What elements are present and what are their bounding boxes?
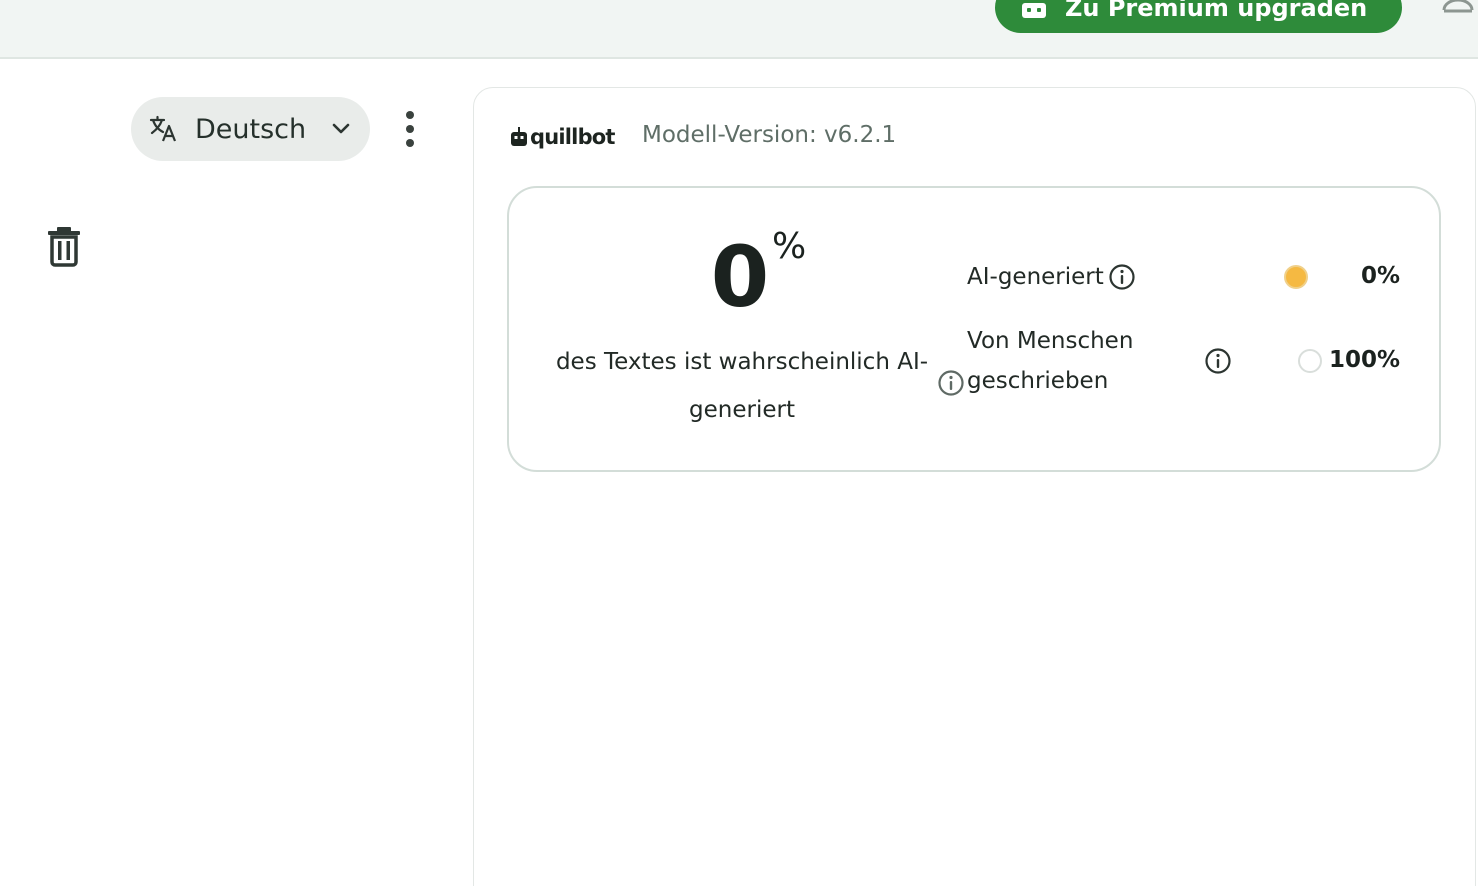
score-caption: des Textes ist wahrscheinlich AI-generie… [555, 349, 929, 423]
human-written-value: 100% [1328, 347, 1400, 373]
language-label: Deutsch [195, 113, 307, 145]
quillbot-bot-icon [511, 127, 527, 146]
ai-generated-indicator-dot [1284, 265, 1308, 289]
chevron-down-icon [332, 123, 350, 134]
info-icon[interactable] [1204, 347, 1232, 375]
trash-icon[interactable] [46, 225, 82, 267]
quillbot-logo: quillbot [510, 124, 615, 150]
ai-generated-value: 0% [1360, 263, 1400, 289]
human-written-label: Von Menschen geschrieben [967, 328, 1134, 394]
upgrade-premium-label: Zu Premium upgraden [1065, 0, 1368, 22]
gift-icon [1022, 2, 1046, 18]
more-options-button[interactable] [398, 108, 422, 150]
upgrade-premium-button[interactable]: Zu Premium upgraden [995, 0, 1402, 33]
model-version: Modell-Version: v6.2.1 [642, 122, 897, 148]
info-icon[interactable] [937, 369, 965, 397]
translate-icon [149, 115, 177, 142]
info-icon[interactable] [1108, 263, 1136, 291]
ai-generated-label: AI-generiert [967, 264, 1104, 290]
account-icon[interactable] [1440, 0, 1476, 18]
ai-score-unit: % [772, 226, 807, 267]
language-selector[interactable]: Deutsch [131, 97, 370, 161]
brand-name: quillbot [530, 125, 615, 149]
more-vertical-icon [406, 111, 414, 119]
ai-score-value: 0 [710, 228, 770, 326]
top-bar: Zu Premium upgraden [0, 0, 1478, 59]
